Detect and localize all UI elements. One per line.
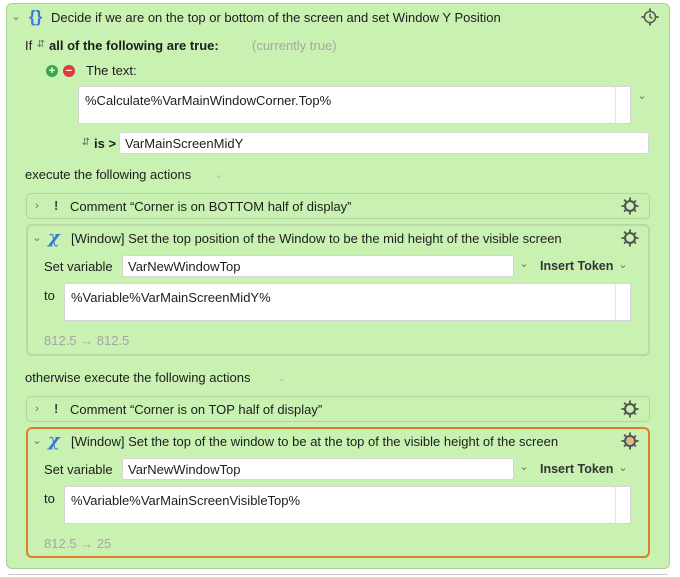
gear-icon[interactable] [640, 7, 660, 27]
compare-value-field[interactable]: VarMainScreenMidY [119, 132, 649, 154]
divider [8, 574, 668, 575]
field-scroll-strip [615, 283, 631, 321]
collapse-chevron-icon[interactable]: ⌄ [31, 233, 43, 244]
then-chevron-icon[interactable]: ⌄ [214, 168, 223, 181]
comment-title[interactable]: Comment “Corner is on TOP half of displa… [70, 402, 322, 418]
insert-token-button[interactable]: Insert Token [540, 462, 613, 476]
add-condition-icon[interactable]: + [46, 65, 58, 77]
field-scroll-strip [615, 486, 631, 524]
result-preview: 812.5 → 25 [44, 536, 112, 551]
variable-dropdown-icon[interactable]: ⌄ [518, 462, 530, 473]
condition-type-label: The text: [86, 63, 137, 78]
to-label: to [44, 288, 55, 303]
action-title[interactable]: Decide if we are on the top or bottom of… [51, 10, 501, 26]
stepper-icon[interactable]: ⇵ [35, 40, 47, 50]
exclamation-icon: ! [54, 401, 59, 416]
gear-icon[interactable] [620, 228, 640, 248]
comment-title[interactable]: Comment “Corner is on BOTTOM half of dis… [70, 199, 352, 215]
set-variable-label: Set variable [44, 259, 113, 274]
insert-token-button[interactable]: Insert Token [540, 259, 613, 273]
expand-chevron-icon[interactable]: › [31, 201, 43, 212]
gear-icon[interactable] [620, 431, 640, 451]
variable-name-field[interactable]: VarNewWindowTop [122, 255, 514, 277]
remove-condition-icon[interactable]: − [63, 65, 75, 77]
variable-x-icon: χ [48, 430, 60, 451]
field-scroll-strip [615, 86, 631, 124]
gear-icon[interactable] [620, 399, 640, 419]
else-label: otherwise execute the following actions [25, 370, 251, 385]
variable-value-field[interactable]: %Variable%VarMainScreenMidY% [64, 283, 616, 321]
gear-icon[interactable] [620, 196, 640, 216]
action-title[interactable]: [Window] Set the top of the window to be… [71, 434, 558, 450]
insert-token-chevron-icon[interactable]: ⌄ [617, 463, 629, 474]
variable-value-field[interactable]: %Variable%VarMainScreenVisibleTop% [64, 486, 616, 524]
set-variable-label: Set variable [44, 462, 113, 477]
to-label: to [44, 491, 55, 506]
insert-token-chevron-icon[interactable]: ⌄ [617, 260, 629, 271]
condition-status: (currently true) [252, 38, 337, 53]
variable-name-field[interactable]: VarNewWindowTop [122, 458, 514, 480]
braces-icon: {} [29, 7, 43, 26]
condition-text-field[interactable]: %Calculate%VarMainWindowCorner.Top% [78, 86, 616, 124]
condition-mode-select[interactable]: all of the following are true: [49, 38, 219, 54]
dropdown-chevron-icon[interactable]: ⌄ [636, 91, 648, 102]
variable-dropdown-icon[interactable]: ⌄ [518, 259, 530, 270]
then-label: execute the following actions [25, 167, 192, 182]
expand-chevron-icon[interactable]: › [31, 404, 43, 415]
action-title[interactable]: [Window] Set the top position of the Win… [71, 231, 562, 247]
result-preview: 812.5 → 812.5 [44, 333, 130, 348]
variable-x-icon: χ [48, 227, 60, 248]
exclamation-icon: ! [54, 198, 59, 213]
collapse-chevron-icon[interactable]: ⌄ [10, 12, 22, 23]
operator-stepper-icon[interactable]: ⇵ [80, 138, 92, 148]
collapse-chevron-icon[interactable]: ⌄ [31, 436, 43, 447]
operator-select[interactable]: is > [94, 136, 116, 152]
if-label: If [25, 38, 33, 53]
else-chevron-icon[interactable]: ⌄ [277, 371, 286, 384]
